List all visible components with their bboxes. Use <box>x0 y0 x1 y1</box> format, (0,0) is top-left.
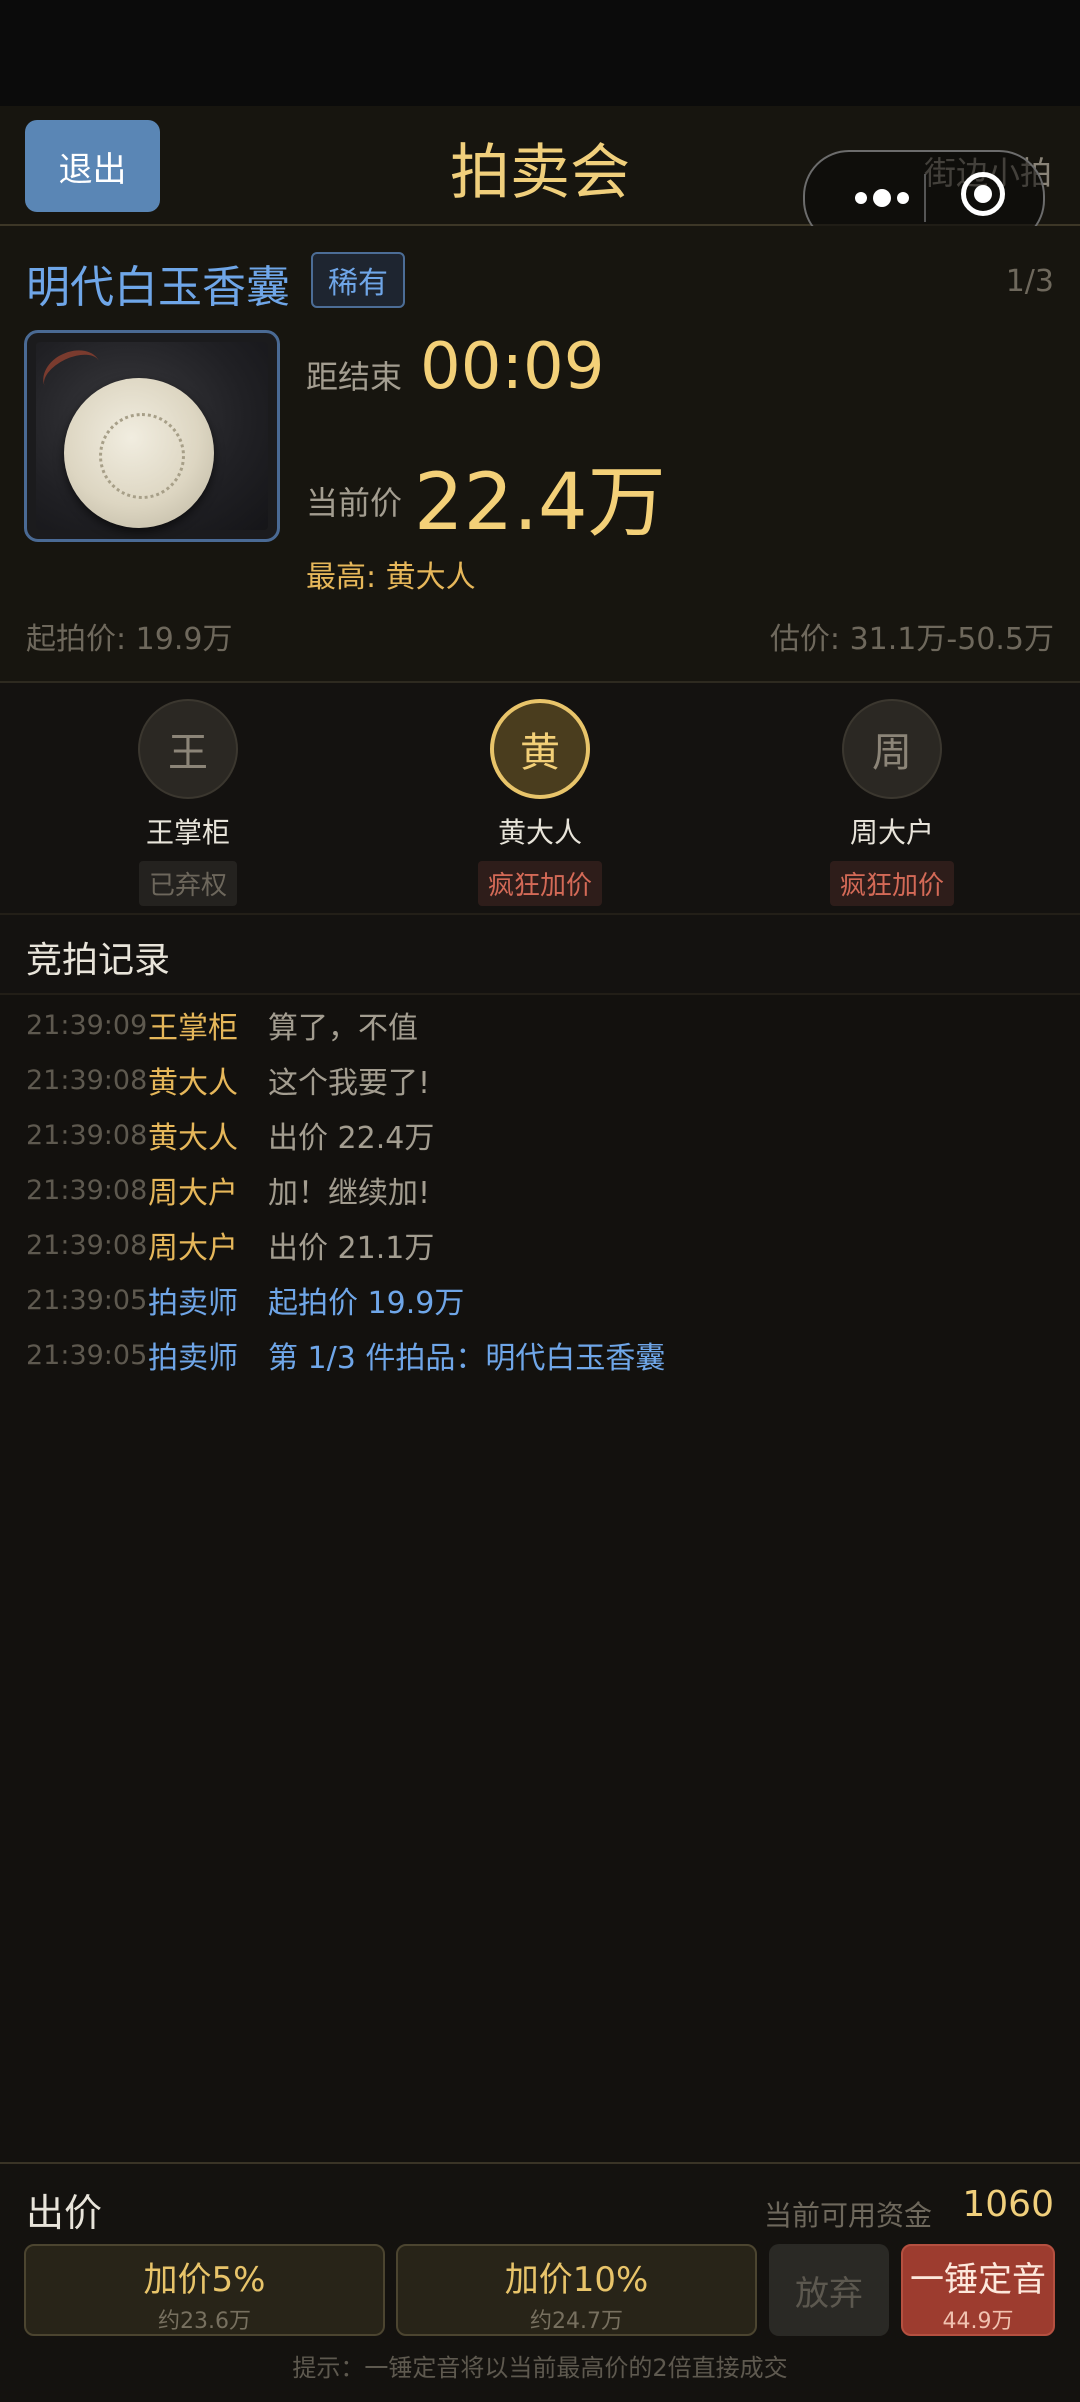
bidder-name: 周大户 <box>849 816 934 849</box>
button-label: 加价5% <box>143 2260 266 2300</box>
log-time: 21:39:08 <box>26 1064 148 1096</box>
lot-counter: 1/3 <box>1005 264 1054 299</box>
log-speaker: 周大户 <box>148 1231 238 1266</box>
raise-10-percent-button[interactable]: 加价10% 约24.7万 <box>396 2244 757 2336</box>
bid-log-title: 竞拍记录 <box>26 940 171 981</box>
log-time: 21:39:05 <box>26 1339 148 1371</box>
log-speaker: 周大户 <box>148 1176 238 1211</box>
list-item: 21:39:05 拍卖师 第 1/3 件拍品：明代白玉香囊 <box>26 1330 665 1380</box>
bidder-name: 王掌柜 <box>145 816 230 849</box>
countdown-value: 00:09 <box>420 330 605 404</box>
log-time: 21:39:08 <box>26 1229 148 1261</box>
bid-panel-title: 出价 <box>26 2191 103 2235</box>
avatar: 黄 <box>490 699 590 799</box>
list-item: 21:39:08 黄大人 这个我要了! <box>26 1055 430 1105</box>
log-message: 算了，不值 <box>268 1011 418 1046</box>
close-target-icon[interactable] <box>961 172 1005 216</box>
log-message: 出价 21.1万 <box>268 1231 435 1266</box>
bid-log-header: 竞拍记录 <box>0 915 1080 995</box>
log-message: 加！继续加! <box>268 1176 431 1211</box>
log-message: 出价 22.4万 <box>268 1121 435 1156</box>
item-image <box>24 330 280 542</box>
log-message: 第 1/3 件拍品：明代白玉香囊 <box>268 1341 666 1376</box>
item-name: 明代白玉香囊 <box>26 262 290 313</box>
status-badge: 疯狂加价 <box>829 861 954 906</box>
log-speaker: 王掌柜 <box>148 1011 238 1046</box>
log-time: 21:39:09 <box>26 1009 148 1041</box>
bidder-name: 黄大人 <box>497 816 582 849</box>
capsule-divider <box>924 174 926 222</box>
start-price: 起拍价: 19.9万 <box>26 622 233 657</box>
rarity-badge: 稀有 <box>311 252 405 308</box>
funds-value: 1060 <box>962 2184 1054 2225</box>
estimate-price: 估价: 31.1万-50.5万 <box>769 622 1054 657</box>
log-time: 21:39:08 <box>26 1119 148 1151</box>
hammer-down-button[interactable]: 一锤定音 44.9万 <box>901 2244 1055 2336</box>
status-badge: 疯狂加价 <box>477 861 602 906</box>
log-speaker: 黄大人 <box>148 1066 238 1101</box>
list-item: 21:39:09 王掌柜 算了，不值 <box>26 1000 418 1050</box>
status-badge: 已弃权 <box>138 861 237 906</box>
countdown-label: 距结束 <box>306 358 403 396</box>
give-up-button[interactable]: 放弃 <box>769 2244 889 2336</box>
bidder-card: 黄 黄大人 疯狂加价 <box>450 699 630 906</box>
list-item: 21:39:08 黄大人 出价 22.4万 <box>26 1110 434 1160</box>
bidder-card: 王 王掌柜 已弃权 <box>98 699 278 906</box>
list-item: 21:39:08 周大户 出价 21.1万 <box>26 1220 434 1270</box>
hint-text: 提示：一锤定音将以当前最高价的2倍直接成交 <box>292 2354 788 2382</box>
button-label: 加价10% <box>504 2260 649 2300</box>
current-price-label: 当前价 <box>306 484 403 522</box>
button-sublabel: 约24.7万 <box>530 2309 623 2334</box>
log-speaker: 拍卖师 <box>148 1341 238 1376</box>
log-message: 这个我要了! <box>268 1066 431 1101</box>
log-message: 起拍价 19.9万 <box>268 1286 465 1321</box>
bidder-card: 周 周大户 疯狂加价 <box>802 699 982 906</box>
funds-label: 当前可用资金 <box>763 2199 932 2232</box>
lot-info-panel: 明代白玉香囊 稀有 1/3 距结束 00:09 当前价 22.4万 最高: 黄大… <box>0 226 1080 683</box>
avatar: 周 <box>842 699 942 799</box>
highest-bidder: 最高: 黄大人 <box>306 560 476 595</box>
current-price-value: 22.4万 <box>414 458 666 548</box>
raise-5-percent-button[interactable]: 加价5% 约23.6万 <box>24 2244 385 2336</box>
avatar: 王 <box>138 699 238 799</box>
log-time: 21:39:08 <box>26 1174 148 1206</box>
button-label: 一锤定音 <box>910 2260 1046 2300</box>
jade-pendant-image <box>64 378 214 528</box>
log-time: 21:39:05 <box>26 1284 148 1316</box>
bidders-row: 王 王掌柜 已弃权 黄 黄大人 疯狂加价 周 周大户 疯狂加价 <box>0 683 1080 915</box>
status-bar <box>0 0 1080 106</box>
bid-panel: 出价 当前可用资金 1060 加价5% 约23.6万 加价10% 约24.7万 … <box>0 2162 1080 2402</box>
button-sublabel: 约23.6万 <box>158 2309 251 2334</box>
log-speaker: 拍卖师 <box>148 1286 238 1321</box>
list-item: 21:39:08 周大户 加！继续加! <box>26 1165 430 1215</box>
list-item: 21:39:05 拍卖师 起拍价 19.9万 <box>26 1275 464 1325</box>
button-sublabel: 44.9万 <box>942 2309 1014 2334</box>
log-speaker: 黄大人 <box>148 1121 238 1156</box>
